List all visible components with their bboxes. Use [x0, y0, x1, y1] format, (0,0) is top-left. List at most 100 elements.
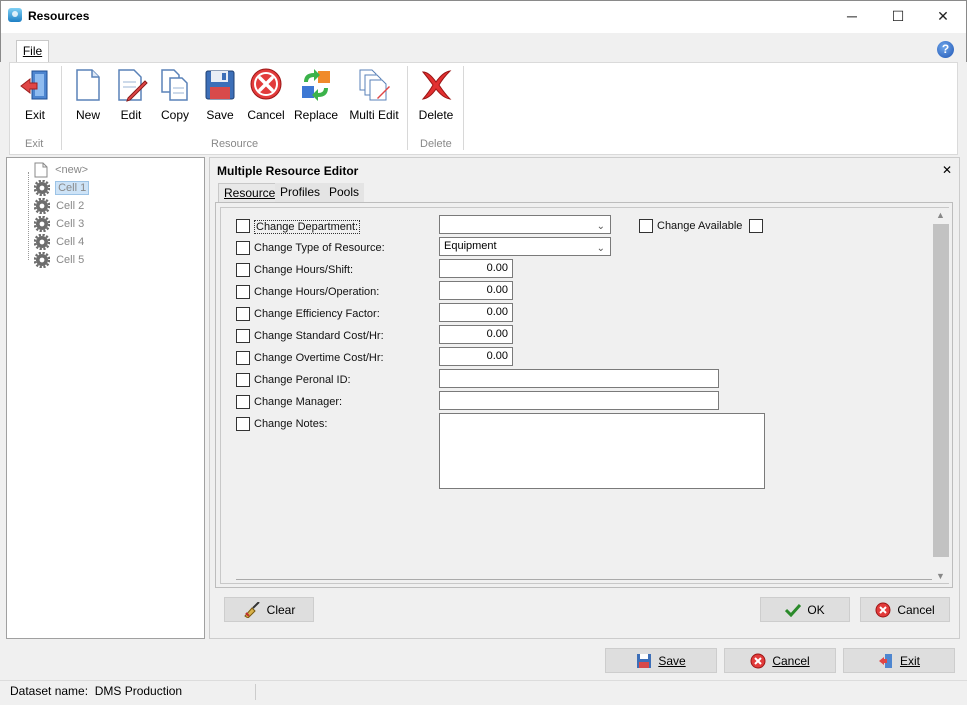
tree-item-cell-5[interactable]: Cell 5: [33, 251, 85, 269]
hours-shift-input[interactable]: 0.00: [439, 259, 513, 278]
floppy-disk-icon: [637, 653, 652, 668]
copy-ribbon-button[interactable]: Copy: [156, 68, 194, 122]
replace-ribbon-button[interactable]: Replace: [293, 68, 339, 122]
delete-ribbon-button[interactable]: Delete: [416, 68, 456, 122]
tree-connector: [28, 172, 29, 260]
tree-item-label: Cell 2: [56, 200, 85, 212]
cancel-ribbon-button[interactable]: Cancel: [245, 68, 287, 122]
maximize-button[interactable]: ☐: [875, 0, 921, 32]
available-checkbox[interactable]: [639, 219, 653, 233]
hours-shift-label: Change Hours/Shift:: [254, 264, 354, 276]
clear-button[interactable]: Clear: [224, 597, 314, 622]
ribbon-separator: [61, 66, 62, 150]
hours-operation-label: Change Hours/Operation:: [254, 286, 380, 298]
footer-save-button[interactable]: Save: [605, 648, 717, 673]
efficiency-checkbox[interactable]: [236, 307, 250, 321]
ot-cost-input[interactable]: 0.00: [439, 347, 513, 366]
ot-cost-checkbox[interactable]: [236, 351, 250, 365]
efficiency-input[interactable]: 0.00: [439, 303, 513, 322]
multi-edit-icon: [357, 68, 391, 102]
broom-icon: [243, 601, 260, 618]
edit-label: Edit: [120, 108, 142, 122]
hours-shift-checkbox[interactable]: [236, 263, 250, 277]
available-value-checkbox[interactable]: [749, 219, 763, 233]
new-document-icon: [71, 68, 105, 102]
close-button[interactable]: ✕: [920, 0, 966, 32]
exit-ribbon-button[interactable]: Exit: [15, 68, 55, 122]
personal-id-input[interactable]: [439, 369, 719, 388]
gear-icon: [33, 197, 51, 215]
dataset-name: Dataset name: DMS Production: [10, 684, 183, 698]
ribbon: [9, 62, 958, 155]
app-icon: [8, 8, 22, 22]
department-label: Change Department:: [254, 220, 361, 234]
help-icon[interactable]: ?: [937, 41, 954, 58]
tab-resource[interactable]: Resource: [218, 183, 282, 202]
chevron-down-icon: ⌄: [596, 221, 605, 232]
exit-door-icon: [18, 68, 52, 102]
minimize-button[interactable]: ─: [829, 0, 875, 32]
department-checkbox[interactable]: [236, 219, 250, 233]
edit-pencil-icon: [114, 68, 148, 102]
gear-icon: [33, 215, 51, 233]
manager-input[interactable]: [439, 391, 719, 410]
tree-item-label: Cell 3: [56, 218, 85, 230]
tree-item-label: Cell 5: [56, 254, 85, 266]
ribbon-separator: [407, 66, 408, 150]
ribbon-separator: [463, 66, 464, 150]
new-ribbon-button[interactable]: New: [70, 68, 106, 122]
cancel-circle-icon: [750, 653, 766, 668]
tree-item-cell-3[interactable]: Cell 3: [33, 215, 85, 233]
department-combo[interactable]: ⌄: [439, 215, 611, 234]
editor-close-button[interactable]: ✕: [942, 163, 952, 177]
replace-label: Replace: [293, 108, 339, 122]
type-label: Change Type of Resource:: [254, 242, 385, 254]
save-label: Save: [206, 108, 234, 122]
tab-profiles[interactable]: Profiles: [275, 183, 326, 202]
type-checkbox[interactable]: [236, 241, 250, 255]
copy-documents-icon: [158, 68, 192, 102]
cancel-circle-icon: [875, 602, 891, 617]
footer-cancel-button[interactable]: Cancel: [724, 648, 836, 673]
ok-button[interactable]: OK: [760, 597, 850, 622]
notes-textarea[interactable]: [439, 413, 765, 489]
personal-id-checkbox[interactable]: [236, 373, 250, 387]
tree-item-cell-4[interactable]: Cell 4: [33, 233, 84, 251]
checkmark-icon: [785, 603, 802, 617]
manager-label: Change Manager:: [254, 396, 343, 408]
cancel-label: Cancel: [247, 108, 285, 122]
std-cost-input[interactable]: 0.00: [439, 325, 513, 344]
clear-label: Clear: [266, 602, 296, 617]
notes-label: Change Notes:: [254, 418, 328, 430]
footer-exit-label: Exit: [899, 653, 920, 668]
type-combo[interactable]: Equipment ⌄: [439, 237, 611, 256]
editor-title: Multiple Resource Editor: [217, 164, 359, 178]
footer-exit-button[interactable]: Exit: [843, 648, 955, 673]
scrollbar-thumb[interactable]: [933, 224, 949, 557]
horizontal-scrollbar[interactable]: [236, 579, 932, 582]
efficiency-label: Change Efficiency Factor:: [254, 308, 380, 320]
tree-item-cell-1[interactable]: Cell 1: [33, 179, 90, 197]
std-cost-checkbox[interactable]: [236, 329, 250, 343]
multi-edit-ribbon-button[interactable]: Multi Edit: [346, 68, 402, 122]
hours-operation-input[interactable]: 0.00: [439, 281, 513, 300]
tree-item-cell-2[interactable]: Cell 2: [33, 197, 85, 215]
chevron-down-icon: ⌄: [596, 243, 605, 254]
tree-item-new[interactable]: <new>: [34, 161, 88, 179]
tab-pools[interactable]: Pools: [324, 183, 365, 202]
hours-operation-checkbox[interactable]: [236, 285, 250, 299]
delete-x-icon: [419, 68, 453, 102]
new-label: New: [75, 108, 100, 122]
editor-cancel-button[interactable]: Cancel: [860, 597, 950, 622]
tree-item-label: Cell 1: [55, 181, 90, 195]
scroll-up-icon[interactable]: ▲: [936, 210, 945, 220]
scroll-down-icon[interactable]: ▼: [936, 571, 945, 581]
gear-icon: [33, 233, 51, 251]
edit-ribbon-button[interactable]: Edit: [113, 68, 149, 122]
notes-checkbox[interactable]: [236, 417, 250, 431]
ot-cost-label: Change Overtime Cost/Hr:: [254, 352, 384, 364]
cancel-circle-icon: [249, 68, 283, 102]
tab-file[interactable]: File: [16, 40, 49, 63]
save-ribbon-button[interactable]: Save: [201, 68, 239, 122]
manager-checkbox[interactable]: [236, 395, 250, 409]
